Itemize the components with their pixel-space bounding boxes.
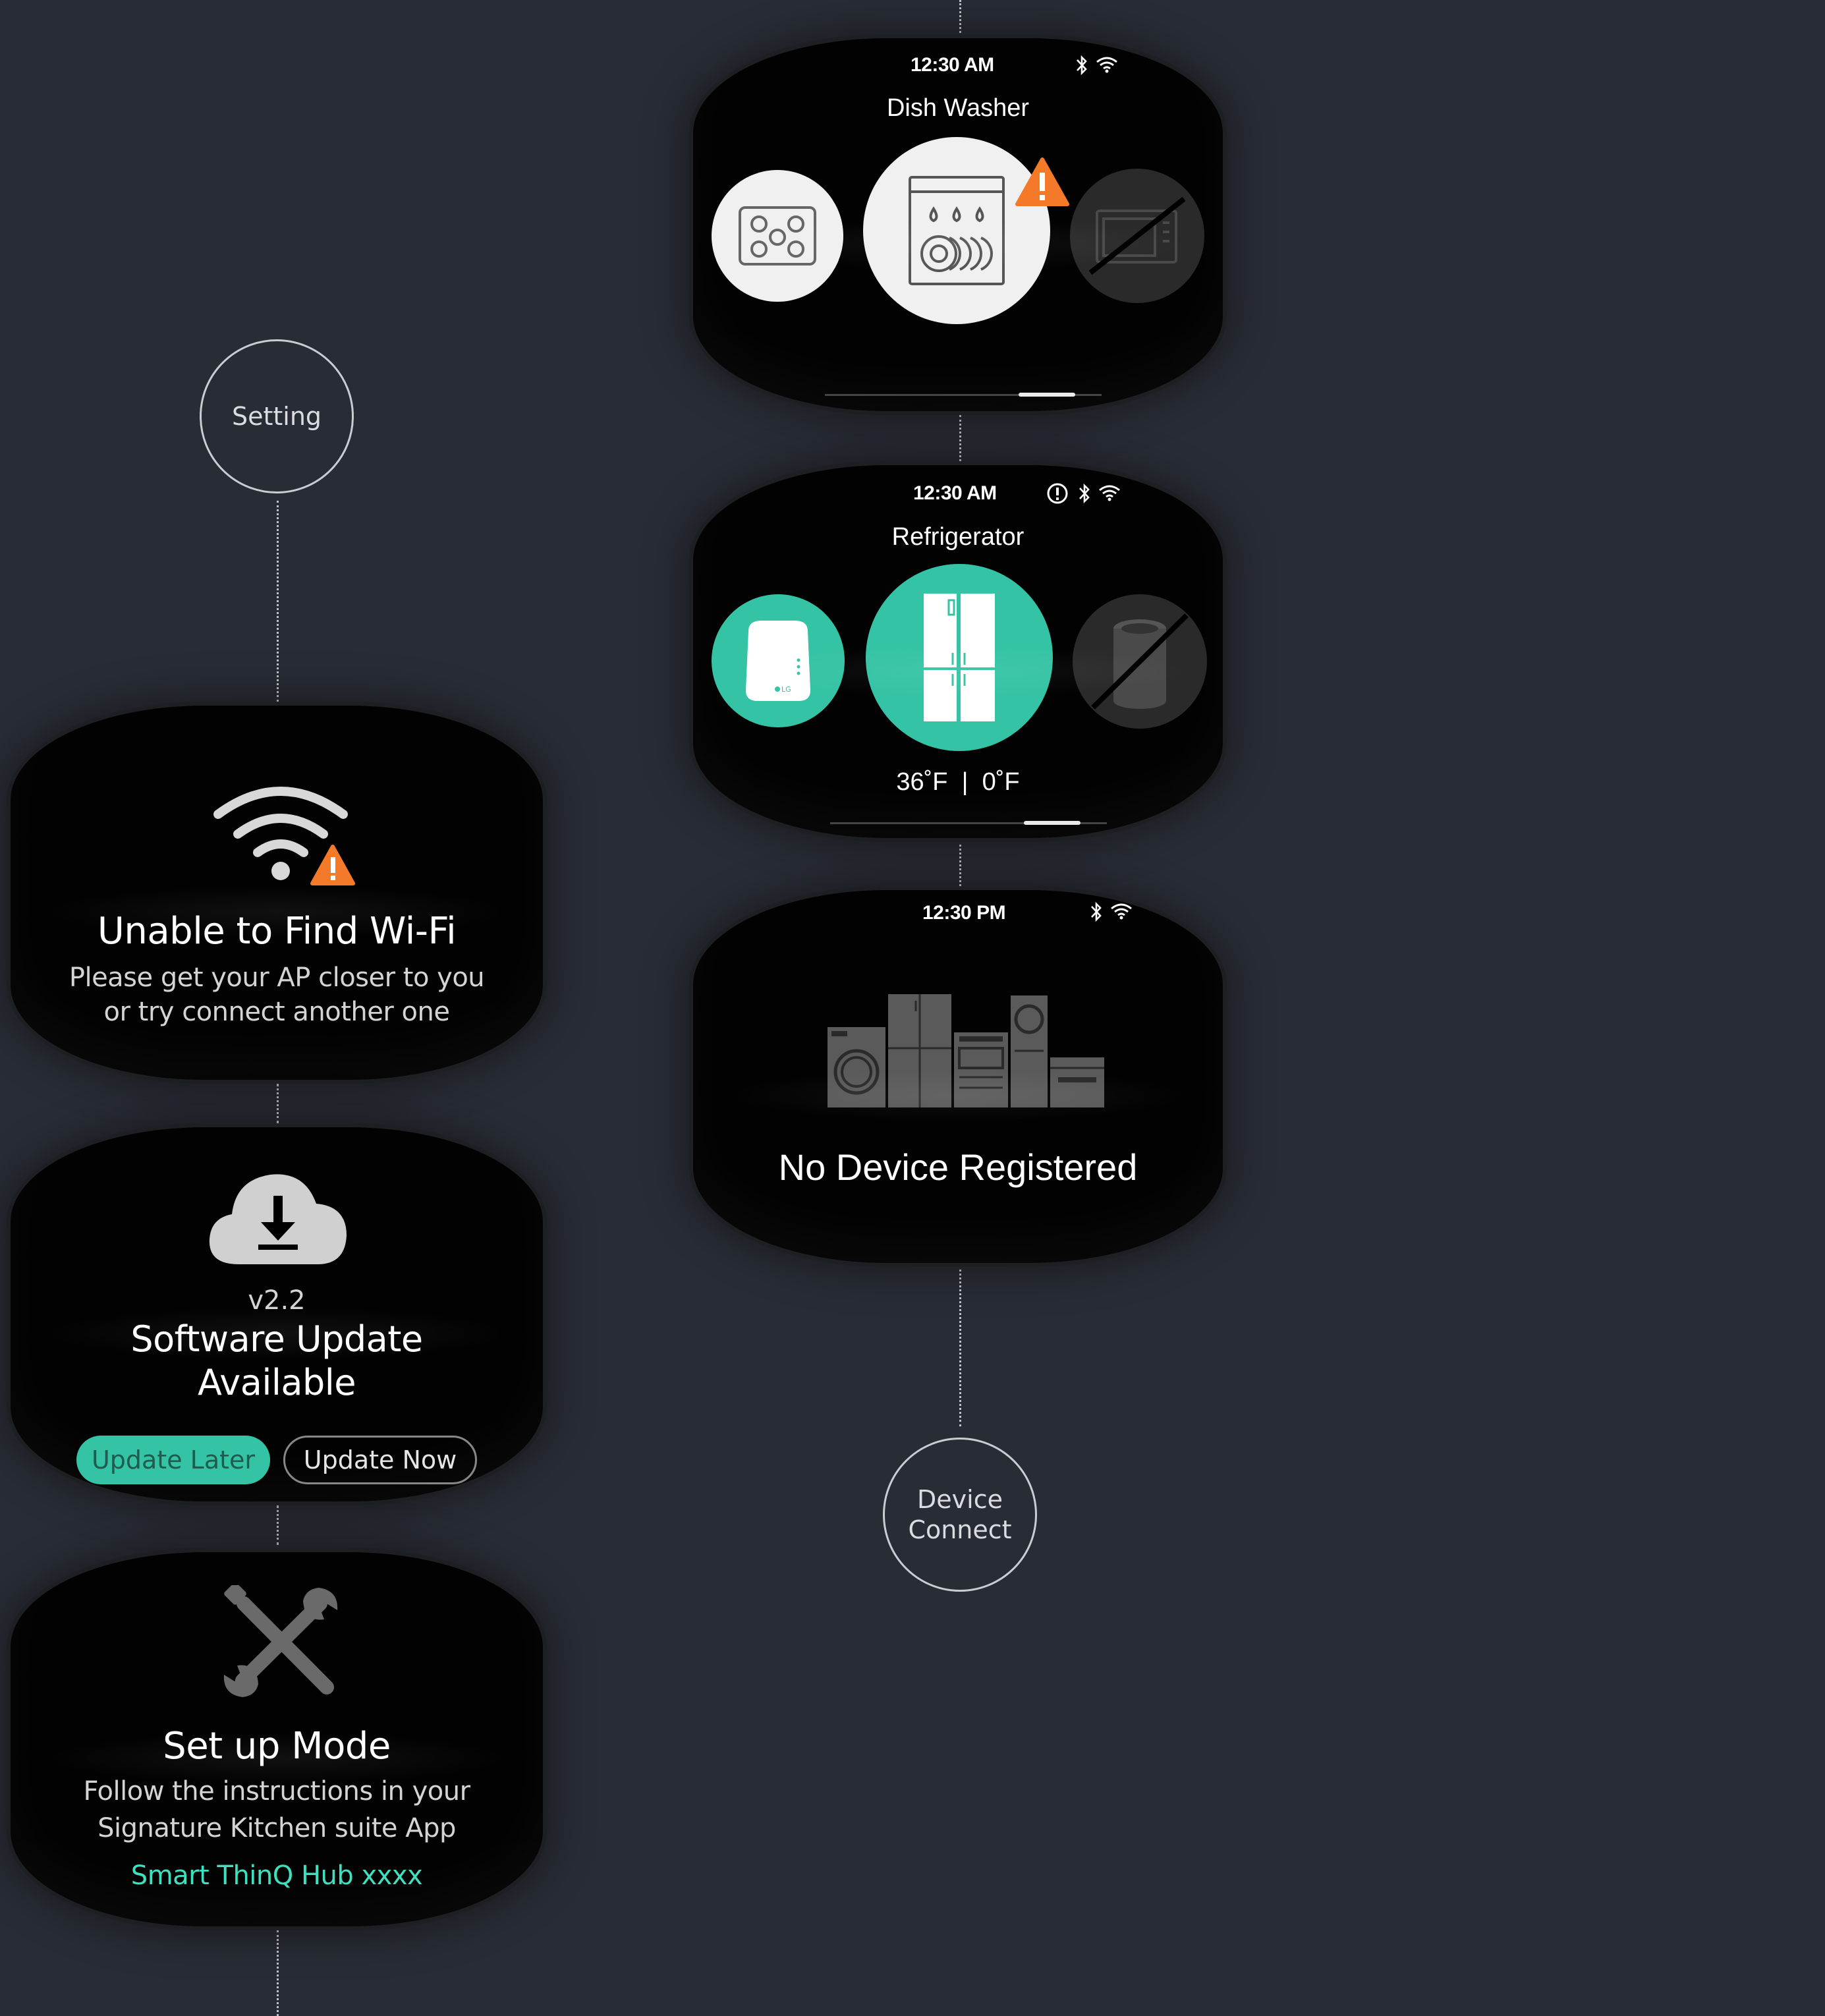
wifi-icon xyxy=(1099,485,1120,501)
wifi-icon xyxy=(1096,57,1117,73)
wifi-error-message-line1: Please get your AP closer to you xyxy=(69,963,485,993)
alert-icon xyxy=(1047,483,1068,504)
device-title: Refrigerator xyxy=(891,523,1025,551)
setup-message-line2: Signature Kitchen suite App xyxy=(98,1813,456,1843)
update-title-line2: Available xyxy=(198,1362,356,1403)
software-update-screen: v2.2 Software Update Available Update La… xyxy=(7,1123,547,1505)
update-title-line1: Software Update xyxy=(130,1318,423,1360)
bluetooth-icon xyxy=(1091,901,1102,922)
air-purifier-device[interactable] xyxy=(1073,594,1207,729)
cloud-download-icon xyxy=(209,1174,347,1264)
tools-icon xyxy=(223,1585,338,1697)
update-version: v2.2 xyxy=(248,1285,306,1316)
refrigerator-device[interactable] xyxy=(866,564,1053,751)
wifi-error-message-line2: or try connect another one xyxy=(103,997,450,1027)
connector-line xyxy=(277,501,279,702)
connector-line xyxy=(277,1084,279,1123)
update-now-button[interactable]: Update Now xyxy=(283,1436,477,1484)
connector-line xyxy=(277,1505,279,1545)
bluetooth-icon xyxy=(1079,483,1090,504)
wifi-error-title: Unable to Find Wi-Fi xyxy=(97,910,457,953)
warning-icon xyxy=(310,845,355,885)
refrigerator-icon xyxy=(924,594,995,721)
setup-title: Set up Mode xyxy=(163,1725,391,1768)
bluetooth-icon xyxy=(1077,55,1087,76)
connector-line xyxy=(959,0,961,33)
cooktop-icon xyxy=(739,206,816,266)
refrigerator-screen: 12:30 AM Refrigerator LG 36˚F | 0˚F xyxy=(689,461,1227,842)
wifi-error-screen: Unable to Find Wi-Fi Please get your AP … xyxy=(7,702,547,1084)
device-title: Dish Washer xyxy=(886,94,1030,122)
connector-line xyxy=(277,1930,279,2016)
status-time: 12:30 AM xyxy=(911,54,994,76)
no-device-screen: 12:30 PM No Device Registered xyxy=(689,886,1227,1267)
connector-line xyxy=(959,415,961,461)
device-connect-node[interactable]: Device Connect xyxy=(883,1438,1037,1592)
connector-line xyxy=(959,840,961,886)
update-later-button[interactable]: Update Later xyxy=(76,1436,270,1484)
svg-text:LG: LG xyxy=(781,685,791,694)
connector-line xyxy=(959,1265,961,1426)
setup-message-line1: Follow the instructions in your xyxy=(83,1776,470,1806)
hub-device[interactable]: LG xyxy=(712,594,845,727)
wifi-icon xyxy=(1111,903,1132,920)
no-device-message: No Device Registered xyxy=(778,1146,1138,1188)
status-time: 12:30 PM xyxy=(922,902,1006,924)
dishwasher-icon xyxy=(909,176,1005,285)
pager-indicator xyxy=(1019,393,1075,397)
status-time: 12:30 AM xyxy=(913,482,997,504)
hub-icon: LG xyxy=(746,621,810,701)
setup-mode-screen: Set up Mode Follow the instructions in y… xyxy=(7,1548,547,1930)
warning-icon xyxy=(1015,157,1069,206)
air-purifier-disabled-icon xyxy=(1091,613,1189,710)
cooktop-device[interactable] xyxy=(712,170,843,302)
temperature-readout: 36˚F | 0˚F xyxy=(896,768,1020,796)
pager-indicator xyxy=(1024,821,1081,825)
dishwasher-screen: 12:30 AM Dish Washer xyxy=(689,34,1227,415)
hub-name: Smart ThinQ Hub xxxx xyxy=(130,1861,423,1891)
setting-node[interactable]: Setting xyxy=(200,339,354,493)
appliances-icon xyxy=(828,994,1104,1107)
microwave-device[interactable] xyxy=(1070,169,1204,303)
microwave-disabled-icon xyxy=(1088,196,1186,275)
